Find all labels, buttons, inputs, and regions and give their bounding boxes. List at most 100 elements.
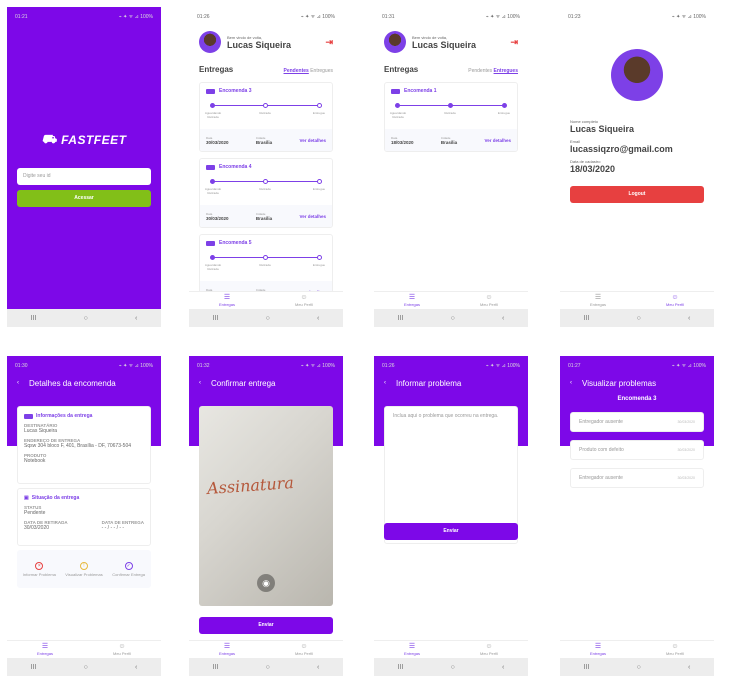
step-dot xyxy=(210,103,215,108)
truck-icon xyxy=(206,88,215,94)
home-icon[interactable]: ○ xyxy=(637,664,641,671)
card-title: Encomenda 3 xyxy=(219,88,252,94)
tab-deliveries[interactable]: ☰ Entregas xyxy=(37,643,53,656)
tab-deliveries[interactable]: ☰ Entregas xyxy=(404,294,420,307)
back-nav-icon[interactable]: ‹ xyxy=(688,664,690,671)
name-value: Lucas Siqueira xyxy=(570,124,635,134)
recents-icon[interactable]: III xyxy=(213,315,219,322)
home-icon[interactable]: ○ xyxy=(637,315,641,322)
truck-logo-icon: ⛟ xyxy=(41,132,58,146)
back-nav-icon[interactable]: ‹ xyxy=(502,315,504,322)
home-icon[interactable]: ○ xyxy=(451,664,455,671)
home-icon[interactable]: ○ xyxy=(84,664,88,671)
tab-bar: ☰ Entregas ☺ Meu Perfil xyxy=(374,291,528,309)
delivery-timeline: Aguardando Retirada Retirada Entregue xyxy=(205,253,325,271)
tab-label: Entregas xyxy=(403,302,420,307)
back-nav-icon[interactable]: ‹ xyxy=(135,315,137,322)
system-nav: III ○ ‹ xyxy=(189,658,343,676)
tab-profile[interactable]: ☺ Meu Perfil xyxy=(480,294,498,307)
system-nav: III ○ ‹ xyxy=(7,658,161,676)
home-icon[interactable]: ○ xyxy=(84,315,88,322)
status-time: 01:26 xyxy=(382,363,395,369)
status-time: 01:31 xyxy=(382,14,395,20)
screen-report-problem: 01:26 ⌁ ✦ ᯤ ⊿ 100% ‹ Informar problema I… xyxy=(374,356,528,676)
avatar xyxy=(199,31,221,53)
tab-label: Meu Perfil xyxy=(665,302,684,307)
tab-label: Meu Perfil xyxy=(479,651,498,656)
tab-bar: ☰ Entregas ☺ Meu Perfil xyxy=(560,291,714,309)
camera-icon[interactable]: ◉ xyxy=(257,574,275,592)
recents-icon[interactable]: III xyxy=(31,664,37,671)
tab-deliveries[interactable]: ☰ Entregas xyxy=(219,643,235,656)
status-icons: ⌁ ✦ ᯤ ⊿ 100% xyxy=(485,363,520,369)
filter-pending[interactable]: Pendentes xyxy=(468,68,492,74)
page-title: Confirmar entrega xyxy=(211,378,276,388)
send-button[interactable]: Enviar xyxy=(384,523,518,540)
filter-delivered[interactable]: Entregues xyxy=(494,68,518,74)
step-label: Aguardando Retirada xyxy=(204,187,222,195)
step-dot xyxy=(317,179,322,184)
deliveries-section-header: Entregas Pendentes Entregues xyxy=(189,57,343,78)
recents-icon[interactable]: III xyxy=(31,315,37,322)
details-link[interactable]: Ver detalhes xyxy=(299,214,326,219)
status-bar: 01:26 ⌁ ✦ ᯤ ⊿ 100% xyxy=(374,356,528,376)
back-nav-icon[interactable]: ‹ xyxy=(317,315,319,322)
screen-login: 01:21 ⌁ ✦ ᯤ ⊿ 100% ⛟ FASTFEET Digite seu… xyxy=(7,7,161,327)
status-time: 01:32 xyxy=(197,363,210,369)
panel-title: Situação da entrega xyxy=(31,495,80,501)
logout-icon[interactable]: ⇥ xyxy=(510,37,518,48)
tab-deliveries[interactable]: ☰ Entregas xyxy=(590,643,606,656)
card-footer: Data30/03/2020 CidadeBrasília Ver detalh… xyxy=(200,205,332,227)
back-nav-icon[interactable]: ‹ xyxy=(502,664,504,671)
tab-profile[interactable]: ☺ Meu Perfil xyxy=(666,294,684,307)
confirm-delivery-button[interactable]: ✓ Confirmar Entrega xyxy=(109,561,149,577)
tab-profile[interactable]: ☺ Meu Perfil xyxy=(295,643,313,656)
tab-deliveries[interactable]: ☰ Entregas xyxy=(219,294,235,307)
tab-bar: ☰ Entregas ☺ Meu Perfil xyxy=(374,640,528,658)
back-arrow-icon[interactable]: ‹ xyxy=(570,380,572,386)
tab-profile[interactable]: ☺ Meu Perfil xyxy=(480,643,498,656)
back-nav-icon[interactable]: ‹ xyxy=(688,315,690,322)
details-link[interactable]: Ver detalhes xyxy=(299,138,326,143)
home-icon[interactable]: ○ xyxy=(266,664,270,671)
tab-bar: ☰ Entregas ☺ Meu Perfil xyxy=(189,640,343,658)
logout-icon[interactable]: ⇥ xyxy=(325,37,333,48)
view-problems-button[interactable]: ! Visualizar Problemas xyxy=(64,561,104,577)
package-title: Encomenda 3 xyxy=(617,396,657,402)
filter-tabs: Pendentes Entregues xyxy=(284,68,333,74)
home-icon[interactable]: ○ xyxy=(451,315,455,322)
recents-icon[interactable]: III xyxy=(213,664,219,671)
tab-profile[interactable]: ☺ Meu Perfil xyxy=(113,643,131,656)
recents-icon[interactable]: III xyxy=(584,664,590,671)
screen-delivery-details: 01:30 ⌁ ✦ ᯤ ⊿ 100% ‹ Detalhes da encomen… xyxy=(7,356,161,676)
tab-profile[interactable]: ☺ Meu Perfil xyxy=(295,294,313,307)
home-icon[interactable]: ○ xyxy=(266,315,270,322)
recents-icon[interactable]: III xyxy=(584,315,590,322)
tab-bar: ☰ Entregas ☺ Meu Perfil xyxy=(560,640,714,658)
back-nav-icon[interactable]: ‹ xyxy=(317,664,319,671)
id-input[interactable]: Digite seu id xyxy=(17,168,151,185)
recents-icon[interactable]: III xyxy=(398,664,404,671)
back-arrow-icon[interactable]: ‹ xyxy=(199,380,201,386)
step-dot xyxy=(210,179,215,184)
recents-icon[interactable]: III xyxy=(398,315,404,322)
back-arrow-icon[interactable]: ‹ xyxy=(17,380,19,386)
back-nav-icon[interactable]: ‹ xyxy=(135,664,137,671)
login-button[interactable]: Acessar xyxy=(17,190,151,207)
truck-icon xyxy=(391,88,400,94)
details-link[interactable]: Ver detalhes xyxy=(484,138,511,143)
send-button[interactable]: Enviar xyxy=(199,617,333,634)
report-problem-button[interactable]: × Informar Problema xyxy=(19,561,59,577)
filter-delivered[interactable]: Entregues xyxy=(310,68,333,74)
calendar-icon: ▣ xyxy=(24,495,29,501)
tab-label: Entregas xyxy=(218,302,235,307)
filter-pending[interactable]: Pendentes xyxy=(284,68,309,74)
tab-profile[interactable]: ☺ Meu Perfil xyxy=(666,643,684,656)
delivery-timeline: Aguardando Retirada Retirada Entregue xyxy=(205,177,325,195)
profile-icon: ☺ xyxy=(671,294,679,301)
tab-deliveries[interactable]: ☰ Entregas xyxy=(404,643,420,656)
back-arrow-icon[interactable]: ‹ xyxy=(384,380,386,386)
tab-deliveries[interactable]: ☰ Entregas xyxy=(590,294,606,307)
logout-button[interactable]: Logout xyxy=(570,186,704,203)
problem-date: 30/03/2020 xyxy=(677,448,695,452)
